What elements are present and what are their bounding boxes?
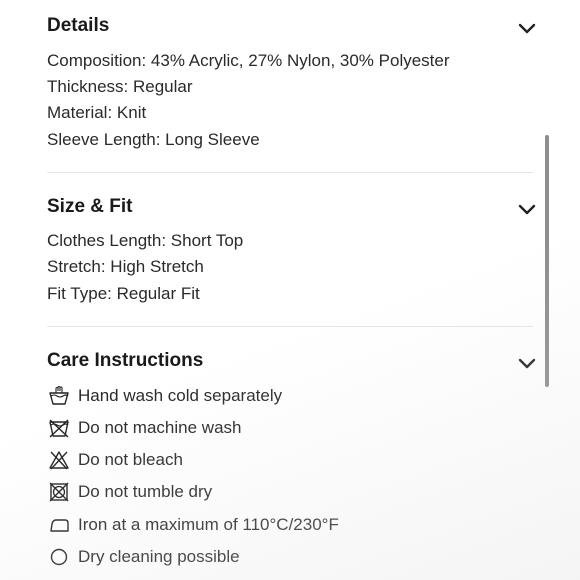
care-item: Dry cleaning possible [47, 545, 240, 569]
care-item: Do not machine wash [47, 416, 241, 440]
care-item: Do not bleach [47, 448, 183, 472]
hand-wash-icon [49, 385, 69, 405]
divider [47, 326, 533, 327]
care-item-text: Iron at a maximum of 110°C/230°F [78, 515, 339, 534]
no-bleach-icon [49, 451, 69, 470]
details-composition: Composition: 43% Acrylic, 27% Nylon, 30%… [47, 51, 450, 70]
no-tumble-dry-icon [49, 482, 69, 502]
scrollbar-thumb[interactable] [545, 135, 549, 387]
chevron-down-icon[interactable] [517, 357, 537, 371]
care-item-text: Hand wash cold separately [78, 386, 283, 405]
care-item-text: Do not bleach [78, 450, 183, 469]
chevron-down-icon[interactable] [517, 203, 537, 217]
size-fit-clothes-length: Clothes Length: Short Top [47, 231, 244, 250]
no-machine-wash-icon [49, 419, 69, 438]
dry-clean-icon [50, 548, 68, 566]
size-fit-fit-type: Fit Type: Regular Fit [47, 284, 200, 303]
care-item: Iron at a maximum of 110°C/230°F [47, 513, 339, 537]
details-sleeve-length: Sleeve Length: Long Sleeve [47, 130, 260, 149]
size-fit-title: Size & Fit [47, 196, 133, 217]
iron-icon [50, 519, 69, 532]
care-item: Do not tumble dry [47, 480, 212, 504]
details-material: Material: Knit [47, 103, 147, 122]
details-thickness: Thickness: Regular [47, 77, 193, 96]
details-title: Details [47, 15, 110, 36]
care-item-text: Dry cleaning possible [78, 547, 240, 566]
divider [47, 172, 533, 173]
care-item: Hand wash cold separately [47, 384, 282, 408]
size-fit-stretch: Stretch: High Stretch [47, 257, 204, 276]
care-item-text: Do not machine wash [78, 418, 242, 437]
product-info-panel: Details Composition: 43% Acrylic, 27% Ny… [0, 0, 580, 580]
care-title: Care Instructions [47, 350, 204, 371]
care-item-text: Do not tumble dry [78, 482, 213, 501]
chevron-down-icon[interactable] [517, 22, 537, 36]
